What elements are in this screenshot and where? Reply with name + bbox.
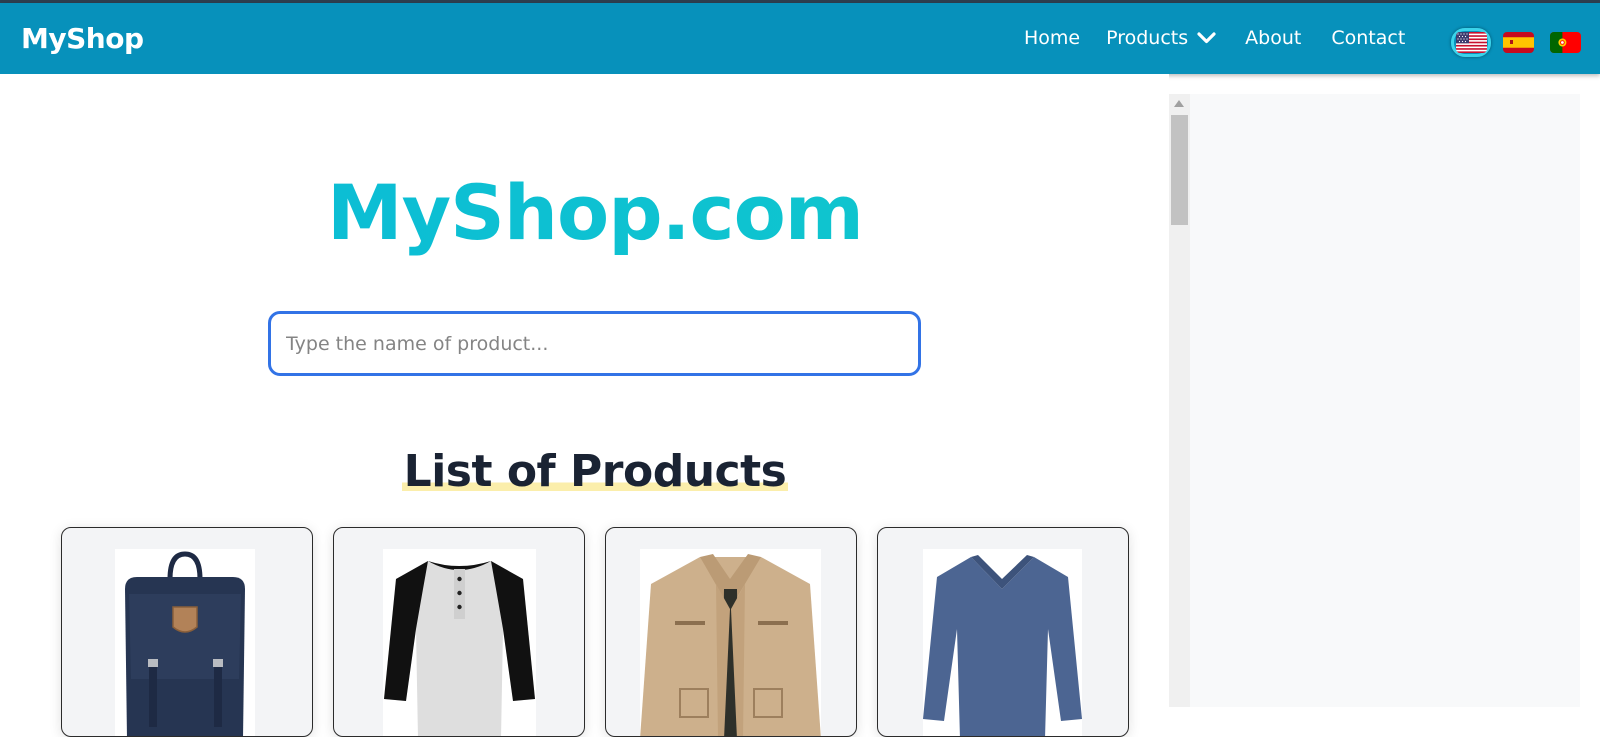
product-list <box>61 527 1129 737</box>
nav-link-about[interactable]: About <box>1245 27 1301 49</box>
nav-link-contact-label: Contact <box>1331 27 1406 49</box>
jacket-image <box>640 549 821 736</box>
scroll-up-arrow-icon[interactable] <box>1174 100 1184 107</box>
backpack-image <box>115 549 255 736</box>
language-button-en[interactable] <box>1451 28 1491 57</box>
nav-link-contact[interactable]: Contact <box>1331 27 1405 49</box>
language-button-es[interactable] <box>1498 28 1538 57</box>
nav-link-about-label: About <box>1245 27 1302 49</box>
main-content: MyShop.com List of Products <box>0 74 1169 737</box>
side-panel <box>1190 94 1580 707</box>
nav-link-products[interactable]: Products <box>1106 27 1216 49</box>
nav-links: Home Products About Contact <box>1024 27 1405 49</box>
language-selector <box>1451 28 1585 57</box>
nav-link-home[interactable]: Home <box>1024 27 1080 49</box>
sweater-image <box>923 549 1082 736</box>
navbar: MyShop Home Products About Contact <box>0 3 1600 74</box>
henley-shirt-image <box>383 549 536 736</box>
products-section-title-text: List of Products <box>401 446 789 497</box>
product-card-jacket[interactable] <box>605 527 857 737</box>
vertical-scrollbar[interactable] <box>1169 94 1190 707</box>
nav-link-home-label: Home <box>1024 27 1081 49</box>
brand-logo[interactable]: MyShop <box>21 22 144 55</box>
chevron-down-icon <box>1197 27 1216 49</box>
products-section-title: List of Products <box>0 446 1190 497</box>
us-flag-icon <box>1455 32 1487 53</box>
language-button-pt[interactable] <box>1545 28 1585 57</box>
hero-title: MyShop.com <box>0 168 1190 257</box>
scrollbar-thumb[interactable] <box>1171 115 1188 225</box>
product-card-henley-shirt[interactable] <box>333 527 585 737</box>
product-search-input[interactable] <box>268 311 921 376</box>
spain-flag-icon <box>1502 32 1534 53</box>
product-card-backpack[interactable] <box>61 527 313 737</box>
product-card-sweater[interactable] <box>877 527 1129 737</box>
nav-link-products-label: Products <box>1106 27 1189 49</box>
portugal-flag-icon <box>1549 32 1581 53</box>
